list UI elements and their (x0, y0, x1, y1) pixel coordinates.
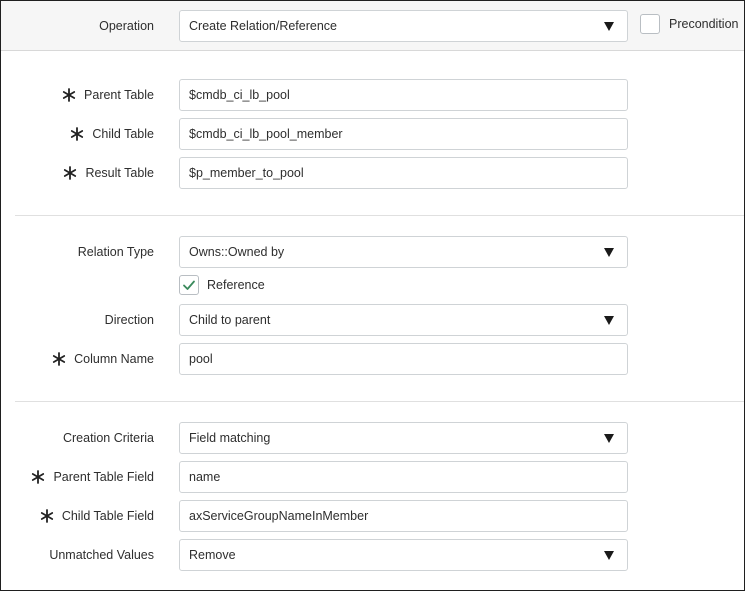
relation-type-row: Relation Type Owns::Owned by (1, 236, 744, 268)
reference-checkbox[interactable] (179, 275, 199, 295)
unmatched-values-label: Unmatched Values (49, 548, 154, 562)
relation-type-label: Relation Type (77, 245, 154, 259)
parent-table-field-input[interactable]: name (179, 461, 628, 493)
parent-table-label: Parent Table (62, 79, 154, 111)
column-name-row: Column Name pool (1, 343, 744, 375)
column-name-label: Column Name (52, 343, 154, 375)
child-table-field-label: Child Table Field (40, 500, 154, 532)
parent-table-row: Parent Table $cmdb_ci_lb_pool (1, 79, 744, 111)
direction-row: Direction Child to parent (1, 304, 744, 336)
unmatched-values-value: Remove (189, 548, 236, 562)
direction-label: Direction (104, 313, 154, 327)
creation-criteria-select[interactable]: Field matching (179, 422, 628, 454)
operation-row: Operation Create Relation/Reference (1, 10, 744, 42)
child-table-label: Child Table (70, 118, 154, 150)
column-name-input[interactable]: pool (179, 343, 628, 375)
precondition-toggle[interactable]: Precondition (640, 11, 739, 37)
parent-table-label-text: Parent Table (84, 88, 154, 102)
parent-table-field-value: name (189, 470, 221, 484)
child-table-value: $cmdb_ci_lb_pool_member (189, 127, 343, 141)
caret-down-icon (604, 550, 614, 560)
checkmark-icon (183, 280, 195, 290)
child-table-label-text: Child Table (92, 127, 154, 141)
relation-type-value: Owns::Owned by (189, 245, 285, 259)
asterisk-icon (63, 166, 77, 180)
result-table-value: $p_member_to_pool (189, 166, 304, 180)
operation-header: Operation Create Relation/Reference Prec… (1, 1, 744, 51)
child-table-input[interactable]: $cmdb_ci_lb_pool_member (179, 118, 628, 150)
creation-criteria-label: Creation Criteria (62, 431, 154, 445)
unmatched-values-select[interactable]: Remove (179, 539, 628, 571)
parent-table-value: $cmdb_ci_lb_pool (189, 88, 290, 102)
column-name-value: pool (189, 352, 213, 366)
column-name-label-text: Column Name (74, 352, 154, 366)
asterisk-icon (40, 509, 54, 523)
direction-select[interactable]: Child to parent (179, 304, 628, 336)
child-table-field-value: axServiceGroupNameInMember (189, 509, 369, 523)
result-table-label-text: Result Table (85, 166, 154, 180)
section-divider (15, 401, 744, 402)
operation-label: Operation (99, 19, 154, 33)
caret-down-icon (604, 433, 614, 443)
relation-type-select[interactable]: Owns::Owned by (179, 236, 628, 268)
parent-table-field-label: Parent Table Field (31, 461, 154, 493)
result-table-row: Result Table $p_member_to_pool (1, 157, 744, 189)
precondition-checkbox[interactable] (640, 14, 660, 34)
parent-table-input[interactable]: $cmdb_ci_lb_pool (179, 79, 628, 111)
parent-table-field-label-text: Parent Table Field (53, 470, 154, 484)
asterisk-icon (70, 127, 84, 141)
result-table-input[interactable]: $p_member_to_pool (179, 157, 628, 189)
operation-form: Operation Create Relation/Reference Prec… (0, 0, 745, 591)
operation-value: Create Relation/Reference (189, 19, 337, 33)
precondition-label: Precondition (669, 17, 739, 31)
result-table-label: Result Table (63, 157, 154, 189)
direction-value: Child to parent (189, 313, 271, 327)
reference-toggle[interactable]: Reference (179, 274, 265, 296)
reference-label: Reference (207, 278, 265, 292)
operation-select[interactable]: Create Relation/Reference (179, 10, 628, 42)
caret-down-icon (604, 247, 614, 257)
child-table-row: Child Table $cmdb_ci_lb_pool_member (1, 118, 744, 150)
child-table-field-label-text: Child Table Field (61, 509, 154, 523)
caret-down-icon (604, 315, 614, 325)
child-table-field-row: Child Table Field axServiceGroupNameInMe… (1, 500, 744, 532)
asterisk-icon (52, 352, 66, 366)
child-table-field-input[interactable]: axServiceGroupNameInMember (179, 500, 628, 532)
asterisk-icon (31, 470, 45, 484)
section-divider (15, 215, 744, 216)
creation-criteria-value: Field matching (189, 431, 271, 445)
unmatched-values-row: Unmatched Values Remove (1, 539, 744, 571)
asterisk-icon (62, 88, 76, 102)
caret-down-icon (604, 21, 614, 31)
creation-criteria-row: Creation Criteria Field matching (1, 422, 744, 454)
parent-table-field-row: Parent Table Field name (1, 461, 744, 493)
